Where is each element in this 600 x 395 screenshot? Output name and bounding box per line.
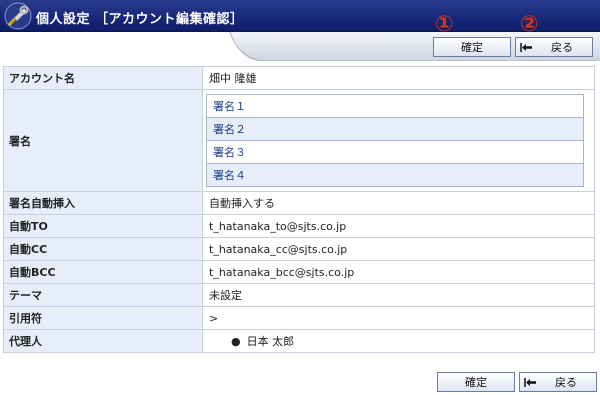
back-button-top[interactable]: 戻る [515,37,593,57]
table-row: テーマ 未設定 [3,283,595,307]
proxy-value: 日本 太郎 [246,335,295,348]
marker-two: ② [520,12,539,37]
proxy-label: 代理人 [3,329,203,353]
table-row: 署名 署名１ 署名２ 署名３ 署名４ [3,89,595,192]
account-detail-table: アカウント名 畑中 隆雄 署名 署名１ 署名２ 署名３ 署名４ 署名自動挿入 自… [3,66,595,353]
page-title: 個人設定 ［アカウント編集確認］ [36,12,244,27]
auto-bcc-label: 自動BCC [3,260,203,284]
table-row: 代理人 ● 日本 太郎 [3,329,595,353]
back-button-label: 戻る [555,376,577,389]
confirm-button-bottom[interactable]: 確定 [437,372,515,392]
auto-to-label: 自動TO [3,214,203,238]
table-row: 署名自動挿入 自動挿入する [3,191,595,215]
bullet-icon: ● [231,335,241,348]
theme-value: 未設定 [202,283,595,307]
signature-item: 署名４ [206,163,584,187]
confirm-button-top[interactable]: 確定 [433,37,511,57]
auto-cc-label: 自動CC [3,237,203,261]
signature-list: 署名１ 署名２ 署名３ 署名４ [206,94,584,187]
signature-label: 署名 [3,89,203,192]
title-bar: 個人設定 ［アカウント編集確認］ [0,0,600,32]
table-row: 引用符 > [3,306,595,330]
auto-insert-label: 署名自動挿入 [3,191,203,215]
auto-bcc-value: t_hatanaka_bcc@sjts.co.jp [202,260,595,284]
back-arrow-icon [524,378,536,387]
auto-insert-value: 自動挿入する [202,191,595,215]
signature-item: 署名３ [206,140,584,164]
table-row: 自動TO t_hatanaka_to@sjts.co.jp [3,214,595,238]
auto-to-value: t_hatanaka_to@sjts.co.jp [202,214,595,238]
table-row: アカウント名 畑中 隆雄 [3,66,595,90]
theme-label: テーマ [3,283,203,307]
account-name-label: アカウント名 [3,66,203,90]
marker-one: ① [435,12,454,37]
back-arrow-icon [520,43,532,52]
proxy-list-item: ● 日本 太郎 [209,333,594,349]
quote-value: > [202,306,595,330]
table-row: 自動BCC t_hatanaka_bcc@sjts.co.jp [3,260,595,284]
auto-cc-value: t_hatanaka_cc@sjts.co.jp [202,237,595,261]
signature-item: 署名２ [206,117,584,141]
tools-icon [4,2,32,30]
table-row: 自動CC t_hatanaka_cc@sjts.co.jp [3,237,595,261]
back-button-bottom[interactable]: 戻る [519,372,597,392]
back-button-label: 戻る [551,41,573,54]
quote-label: 引用符 [3,306,203,330]
confirm-button-label: 確定 [461,41,483,54]
confirm-button-label: 確定 [465,376,487,389]
signature-item: 署名１ [206,94,584,118]
account-name-value: 畑中 隆雄 [202,66,595,90]
